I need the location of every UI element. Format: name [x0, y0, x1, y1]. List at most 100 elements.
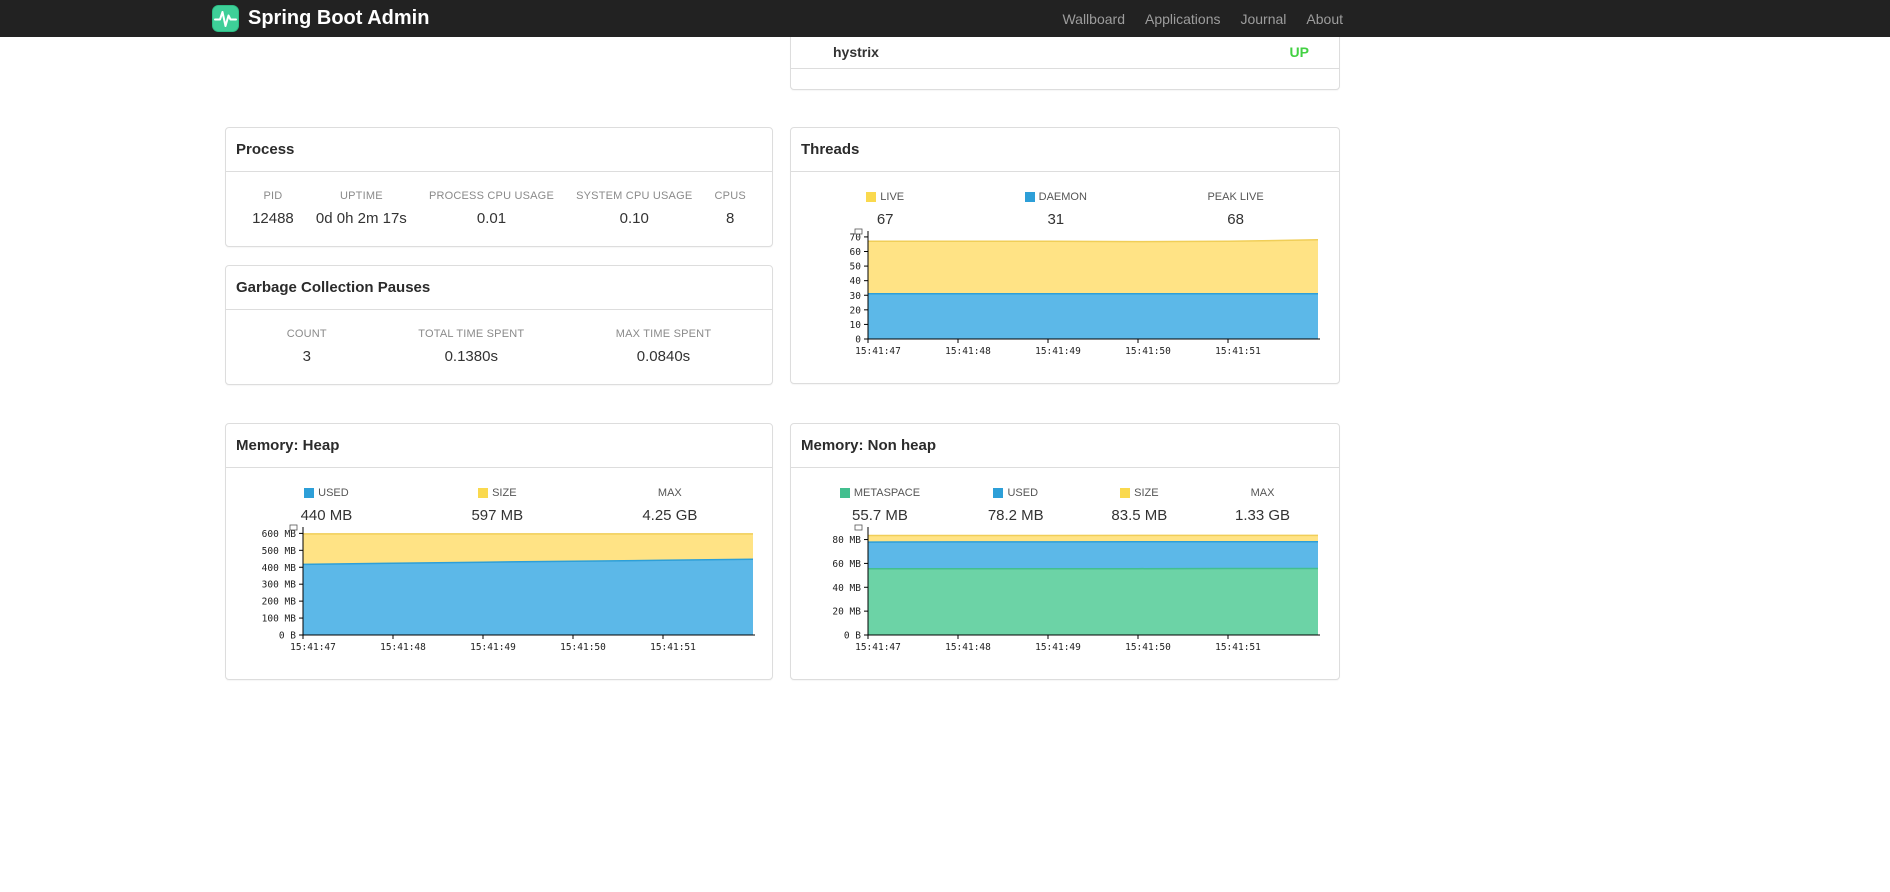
svg-text:600 MB: 600 MB [262, 529, 297, 540]
svg-text:15:41:47: 15:41:47 [290, 642, 336, 653]
legend-label: USED [301, 487, 353, 499]
stat-value: 0.01 [476, 210, 507, 227]
stat: MAX TIME SPENT 0.0840s [616, 328, 712, 365]
right-column-memory: Memory: Non heap METASPACE 55.7 MB USED 78.… [790, 423, 1340, 680]
legend-item: LIVE 67 [866, 191, 904, 228]
svg-text:400 MB: 400 MB [262, 563, 297, 574]
stat-value: 8 [726, 210, 735, 227]
legend-value: 1.33 GB [1235, 507, 1291, 524]
legend-value: 55.7 MB [852, 507, 908, 524]
legend-item: SIZE 597 MB [471, 487, 523, 524]
legend-label: PEAK LIVE [1207, 191, 1264, 203]
svg-text:0: 0 [855, 335, 861, 346]
process-panel: Process PID 12488 UPTIME 0d 0h 2m 17s PROCES… [225, 127, 773, 247]
nav-item-about[interactable]: About [1296, 2, 1343, 36]
stat-label: TOTAL TIME SPENT [418, 328, 525, 340]
heap-legend: USED 440 MB SIZE 597 MB MAX 4.25 GB [226, 468, 772, 524]
heap-chart-area: 0 B 100 MB 200 MB 300 MB 400 MB 500 MB 600 MB 1… [226, 524, 772, 656]
stat-label: SYSTEM CPU USAGE [576, 190, 693, 202]
svg-text:300 MB: 300 MB [262, 580, 297, 591]
gc-panel: Garbage Collection Pauses COUNT 3 TOTAL TI… [225, 265, 773, 385]
legend-label: MAX [1250, 487, 1275, 499]
svg-text:15:41:48: 15:41:48 [945, 346, 991, 357]
nonheap-chart-area: 0 B 20 MB 40 MB 60 MB 80 MB 15:41:47 15:41:48 1… [791, 524, 1339, 656]
legend-value: 78.2 MB [987, 507, 1044, 524]
stat-label: CPUS [714, 190, 746, 202]
legend-swatch-icon [1120, 488, 1131, 498]
stat-value: 3 [302, 348, 311, 365]
status-up-badge: UP [1289, 44, 1309, 60]
svg-text:100 MB: 100 MB [262, 614, 297, 625]
nonheap-panel: Memory: Non heap METASPACE 55.7 MB USED 78.… [790, 423, 1340, 680]
legend-item: METASPACE 55.7 MB [839, 487, 920, 524]
svg-text:0 B: 0 B [279, 631, 296, 642]
svg-text:15:41:49: 15:41:49 [1035, 346, 1081, 357]
svg-text:15:41:50: 15:41:50 [1125, 346, 1171, 357]
svg-text:20 MB: 20 MB [832, 607, 861, 618]
nav-item-wallboard[interactable]: Wallboard [1052, 2, 1135, 36]
main-content: hystrix UP Process PID 12488 UPTIME 0d 0h 2… [225, 7, 1340, 680]
row-process-threads: Process PID 12488 UPTIME 0d 0h 2m 17s PROCES… [225, 127, 1340, 385]
stat-value: 0.1380s [444, 348, 498, 365]
stat: SYSTEM CPU USAGE 0.10 [576, 190, 692, 227]
stat-label: COUNT [286, 328, 327, 340]
legend-label: DAEMON [1024, 191, 1087, 203]
svg-text:15:41:47: 15:41:47 [855, 346, 901, 357]
svg-text:200 MB: 200 MB [262, 597, 297, 608]
legend-label: MAX [657, 487, 682, 499]
legend-swatch-icon [478, 488, 489, 498]
nav-list-item: About [1296, 2, 1343, 36]
legend-swatch-icon [866, 192, 877, 202]
threads-legend: LIVE 67 DAEMON 31 PEAK LIVE 68 [791, 172, 1339, 228]
stat-value: 12488 [252, 210, 294, 227]
legend-value: 597 MB [471, 507, 524, 524]
legend-item: USED 440 MB [301, 487, 353, 524]
app-logo-icon [212, 5, 239, 32]
heap-chart: 0 B 100 MB 200 MB 300 MB 400 MB 500 MB 600 MB 1… [262, 524, 755, 653]
svg-text:80 MB: 80 MB [832, 535, 861, 546]
svg-text:40: 40 [850, 276, 862, 287]
nav-list-item: Journal [1230, 2, 1296, 36]
stat-label: UPTIME [339, 190, 383, 202]
right-column: Threads LIVE 67 DAEMON 31 PEAK LIVE 68 0 10 20 3… [790, 127, 1340, 385]
svg-text:15:41:49: 15:41:49 [1035, 642, 1081, 653]
nav-item-applications[interactable]: Applications [1135, 2, 1231, 36]
svg-text:10: 10 [850, 320, 862, 331]
svg-text:60 MB: 60 MB [832, 559, 861, 570]
legend-value: 67 [876, 211, 894, 228]
legend-item: MAX 4.25 GB [642, 487, 697, 524]
legend-swatch-icon [304, 488, 315, 498]
gc-stats: COUNT 3 TOTAL TIME SPENT 0.1380s MAX TIME SP… [226, 310, 772, 365]
svg-text:40 MB: 40 MB [832, 583, 861, 594]
stat: COUNT 3 [287, 328, 327, 365]
stat-label: PROCESS CPU USAGE [428, 190, 554, 202]
nav-item-journal[interactable]: Journal [1230, 2, 1296, 36]
threads-chart: 01020304050607015:41:47 15:41:48 15:41:49 1… [850, 228, 1320, 357]
svg-text:20: 20 [850, 305, 862, 316]
svg-text:60: 60 [850, 247, 862, 258]
legend-value: 440 MB [300, 507, 353, 524]
legend-label: SIZE [1111, 487, 1167, 499]
left-column-memory: Memory: Heap USED 440 MB SIZE 597 MB MAX 4.25… [225, 423, 773, 680]
svg-text:15:41:50: 15:41:50 [1125, 642, 1171, 653]
legend-value: 31 [1047, 211, 1065, 228]
svg-text:15:41:48: 15:41:48 [380, 642, 426, 653]
left-column: Process PID 12488 UPTIME 0d 0h 2m 17s PROCES… [225, 127, 773, 385]
nonheap-chart: 0 B 20 MB 40 MB 60 MB 80 MB 15:41:47 15:41:48 1… [832, 524, 1320, 653]
gc-panel-title: Garbage Collection Pauses [226, 266, 772, 310]
svg-text:15:41:51: 15:41:51 [1215, 642, 1261, 653]
legend-swatch-icon [993, 488, 1004, 498]
nav-list-item: Applications [1135, 2, 1231, 36]
stat: TOTAL TIME SPENT 0.1380s [418, 328, 524, 365]
application-status-row[interactable]: hystrix UP [791, 35, 1339, 69]
legend-label: METASPACE [839, 487, 920, 499]
legend-swatch-icon [839, 488, 850, 498]
brand-link[interactable]: Spring Boot Admin [212, 5, 429, 32]
process-stats: PID 12488 UPTIME 0d 0h 2m 17s PROCESS CPU US… [226, 172, 772, 227]
process-panel-title: Process [226, 128, 772, 172]
threads-panel: Threads LIVE 67 DAEMON 31 PEAK LIVE 68 0 10 20 3… [790, 127, 1340, 384]
legend-value: 4.25 GB [642, 507, 698, 524]
svg-text:30: 30 [850, 291, 862, 302]
stat-label: MAX TIME SPENT [615, 328, 712, 340]
svg-text:15:41:47: 15:41:47 [855, 642, 901, 653]
